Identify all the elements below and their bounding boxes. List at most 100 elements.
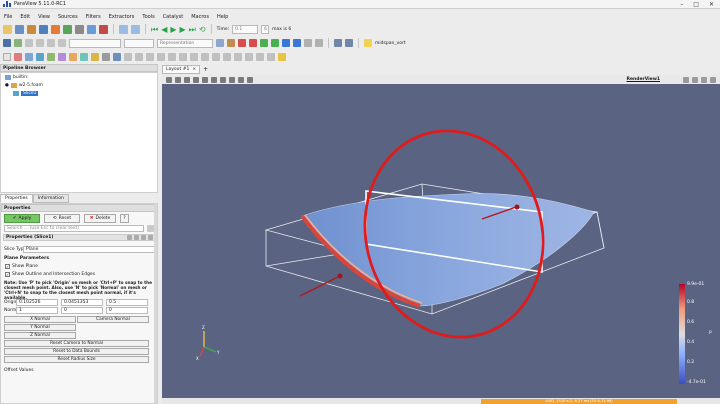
pipeline-item-builtin[interactable]: builtin:: [5, 75, 29, 80]
rescale-icon[interactable]: [25, 39, 33, 47]
tab-layout-1[interactable]: Layout #1 ×: [162, 64, 201, 74]
maximize-view-icon[interactable]: [701, 76, 707, 83]
component-select[interactable]: [124, 38, 154, 48]
slice-type-select[interactable]: Plane: [23, 246, 155, 253]
save-state-icon[interactable]: [39, 24, 48, 34]
normal-x-field[interactable]: 1: [16, 307, 58, 314]
minimize-icon[interactable]: –: [680, 1, 683, 8]
rotate-cw-icon[interactable]: [304, 39, 312, 47]
connect-icon[interactable]: [75, 24, 84, 34]
filter-icon-14[interactable]: [146, 53, 154, 61]
pipeline-item-slice1[interactable]: Slice1: [13, 91, 39, 96]
disconnect-icon[interactable]: [87, 24, 96, 34]
origin-handle[interactable]: [337, 273, 343, 279]
split-horizontal-icon[interactable]: [683, 76, 689, 83]
rescale-custom-icon[interactable]: [36, 39, 44, 47]
time-value-field[interactable]: 0.1: [232, 24, 259, 34]
menu-edit[interactable]: Edit: [20, 14, 30, 20]
reset-button[interactable]: ⟲ Reset: [44, 214, 80, 223]
filter-icon-25[interactable]: [267, 53, 275, 61]
load-state-icon[interactable]: [27, 24, 36, 34]
help-icon[interactable]: [99, 24, 108, 34]
menu-filters[interactable]: Filters: [86, 14, 101, 20]
z-normal-button[interactable]: Z Normal: [4, 332, 76, 339]
extract-level-icon[interactable]: [113, 53, 121, 61]
delete-button[interactable]: ✖ Delete: [84, 214, 116, 223]
add-layout-icon[interactable]: +: [203, 66, 208, 73]
filter-icon-19[interactable]: [201, 53, 209, 61]
view-toolbar-icon-5[interactable]: [202, 76, 208, 83]
y-normal-button[interactable]: Y Normal: [4, 324, 76, 331]
advanced-settings-gear-icon[interactable]: [147, 225, 154, 232]
apply-button[interactable]: ✔ Apply: [4, 214, 40, 223]
show-plane-checkbox[interactable]: ✓ Show Plane: [5, 264, 38, 269]
view-toolbar-icon-8[interactable]: [229, 76, 235, 83]
pipeline-item-foam[interactable]: ● w2-5.foam: [5, 83, 43, 88]
ruler-icon[interactable]: [278, 53, 286, 61]
select-cells-icon[interactable]: [334, 39, 342, 47]
camera-bookmark-icon[interactable]: [364, 39, 372, 47]
tab-properties[interactable]: Properties: [0, 194, 33, 203]
select-points-icon[interactable]: [345, 39, 353, 47]
normal-z-field[interactable]: 0: [106, 307, 148, 314]
open-file-icon[interactable]: [3, 24, 12, 34]
x-normal-button[interactable]: X Normal: [4, 316, 76, 323]
menu-view[interactable]: View: [38, 14, 50, 20]
threshold-icon[interactable]: [47, 53, 55, 61]
loop-icon[interactable]: ⟲: [199, 25, 206, 34]
properties-scrollbar[interactable]: [154, 204, 157, 403]
filter-icon-13[interactable]: [135, 53, 143, 61]
undo-icon[interactable]: [51, 24, 60, 34]
origin-z-field[interactable]: 0.5: [106, 299, 148, 306]
rescale-visible-icon[interactable]: [47, 39, 55, 47]
set-view-z-plus-icon[interactable]: [282, 39, 290, 47]
split-vertical-icon[interactable]: [692, 76, 698, 83]
view-toolbar-icon-9[interactable]: [238, 76, 244, 83]
camera-undo-icon[interactable]: [119, 24, 128, 34]
render-view[interactable]: Z Y X 9.9e-01 0.8 0.6 0.4 0.2 -4.7e-01 p: [162, 84, 720, 398]
view-toolbar-icon-7[interactable]: [220, 76, 226, 83]
last-frame-icon[interactable]: ⏭: [189, 25, 196, 34]
color-map-editor-icon[interactable]: [14, 39, 22, 47]
play-icon[interactable]: ▶: [170, 25, 176, 34]
save-defaults-icon[interactable]: [148, 235, 153, 240]
search-input[interactable]: Search ... (use Esc to clear text): [4, 225, 144, 232]
view-toolbar-icon-1[interactable]: [166, 76, 172, 83]
previous-frame-icon[interactable]: ◀: [161, 25, 167, 34]
visibility-eye-icon[interactable]: ●: [5, 83, 9, 88]
copy-icon[interactable]: [127, 235, 132, 240]
rescale-temporal-icon[interactable]: [58, 39, 66, 47]
close-tab-icon[interactable]: ×: [192, 67, 196, 72]
next-frame-icon[interactable]: ▶: [180, 25, 186, 34]
filter-icon-15[interactable]: [157, 53, 165, 61]
redo-icon[interactable]: [63, 24, 72, 34]
maximize-icon[interactable]: □: [693, 1, 699, 8]
view-toolbar-icon-3[interactable]: [184, 76, 190, 83]
reset-camera-to-normal-button[interactable]: Reset Camera to Normal: [4, 340, 149, 347]
rotate-ccw-icon[interactable]: [315, 39, 323, 47]
normal-handle[interactable]: [514, 204, 520, 210]
first-frame-icon[interactable]: ⏮: [151, 25, 158, 34]
camera-normal-button[interactable]: Camera Normal: [77, 316, 149, 323]
set-view-x-plus-icon[interactable]: [238, 39, 246, 47]
menu-extractors[interactable]: Extractors: [109, 14, 135, 20]
color-array-select[interactable]: [69, 38, 121, 48]
origin-x-field[interactable]: 0.102526: [16, 299, 58, 306]
group-datasets-icon[interactable]: [102, 53, 110, 61]
filter-icon-23[interactable]: [245, 53, 253, 61]
filter-icon-17[interactable]: [179, 53, 187, 61]
color-toggle-icon[interactable]: [3, 39, 11, 47]
view-toolbar-icon-2[interactable]: [175, 76, 181, 83]
extract-subset-icon[interactable]: [58, 53, 66, 61]
filter-icon-22[interactable]: [234, 53, 242, 61]
filter-icon-21[interactable]: [223, 53, 231, 61]
help-button[interactable]: ?: [120, 214, 129, 223]
set-view-x-minus-icon[interactable]: [249, 39, 257, 47]
tab-information[interactable]: Information: [32, 194, 69, 203]
close-icon[interactable]: ✕: [709, 1, 714, 8]
filter-icon-16[interactable]: [168, 53, 176, 61]
menu-sources[interactable]: Sources: [58, 14, 78, 20]
view-toolbar-icon-6[interactable]: [211, 76, 217, 83]
reload-icon[interactable]: [141, 235, 146, 240]
paste-icon[interactable]: [134, 235, 139, 240]
